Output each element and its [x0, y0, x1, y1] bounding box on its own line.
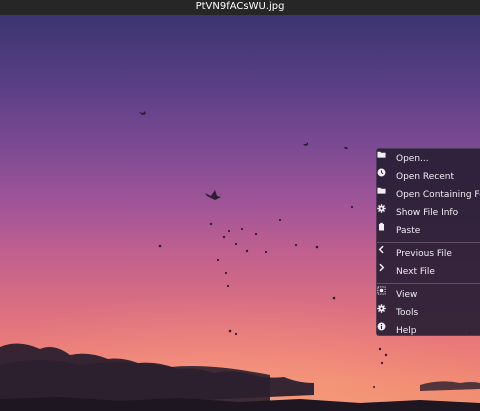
menu-item-label: Help — [396, 326, 417, 336]
bird — [205, 190, 221, 200]
menu-separator — [377, 283, 480, 284]
bird — [264, 250, 268, 254]
bird — [222, 235, 226, 239]
menu-item-previous-file[interactable]: Previous File — [377, 245, 480, 263]
bird — [226, 284, 230, 288]
bird — [373, 386, 375, 388]
context-menu: Open... Open Recent Open Containing Folder… — [376, 148, 480, 336]
window-title: PtVN9fACsWU.jpg — [195, 1, 285, 12]
menu-item-paste[interactable]: Paste — [377, 222, 480, 240]
bird — [139, 111, 146, 115]
bird — [278, 218, 282, 222]
bird — [384, 353, 388, 357]
menu-item-open-containing-folder[interactable]: Open Containing Folder — [377, 186, 480, 204]
bird — [344, 147, 348, 149]
bird — [380, 361, 384, 365]
menu-item-tools[interactable]: Tools — [377, 304, 480, 322]
menu-item-label: Show File Info — [396, 208, 459, 218]
bird — [254, 232, 258, 236]
menu-item-label: Open Containing Folder — [396, 190, 480, 200]
menu-item-show-file-info[interactable]: Show File Info — [377, 204, 480, 222]
menu-item-label: Paste — [396, 226, 421, 236]
bird — [350, 205, 354, 209]
menu-item-view[interactable]: View — [377, 286, 480, 304]
menu-item-label: Open Recent — [396, 172, 455, 182]
bird — [158, 244, 162, 248]
menu-item-label: Tools — [396, 308, 419, 318]
menu-item-help[interactable]: Help — [377, 322, 480, 336]
menu-item-label: Next File — [396, 267, 435, 277]
menu-item-label: View — [396, 290, 418, 300]
bird — [227, 229, 231, 233]
bird — [240, 227, 244, 231]
bird — [294, 243, 298, 247]
bird — [378, 347, 382, 351]
image-canvas[interactable]: Open... Open Recent Open Containing Folder… — [0, 15, 480, 411]
bird — [224, 271, 228, 275]
bird — [216, 258, 220, 262]
bird — [234, 332, 238, 336]
window-titlebar[interactable]: PtVN9fACsWU.jpg — [0, 0, 480, 15]
bird — [228, 329, 232, 333]
menu-item-open-recent[interactable]: Open Recent — [377, 168, 480, 186]
bird — [209, 222, 213, 226]
menu-item-label: Open... — [396, 154, 429, 164]
menu-item-open[interactable]: Open... — [377, 150, 480, 168]
bird — [234, 242, 238, 246]
bird — [245, 249, 249, 253]
bird — [303, 142, 308, 146]
bird — [332, 296, 336, 300]
menu-separator — [377, 242, 480, 243]
menu-item-label: Previous File — [396, 249, 452, 259]
menu-item-next-file[interactable]: Next File — [377, 263, 480, 281]
bird — [315, 245, 319, 249]
